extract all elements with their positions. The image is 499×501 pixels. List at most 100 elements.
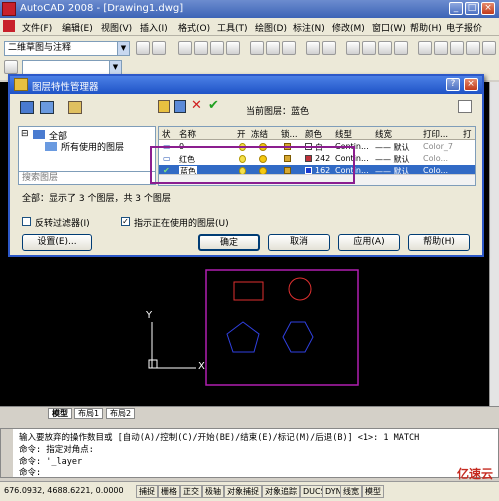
invert-filter-label[interactable]: 反转过滤器(I): [35, 216, 90, 229]
menu-bar: 文件(F) 编辑(E) 视图(V) 插入(I) 格式(O) 工具(T) 绘图(D…: [0, 18, 499, 36]
settings-button[interactable]: 设置(E)...: [22, 234, 92, 251]
redo-icon[interactable]: [322, 41, 336, 55]
menu-dimension[interactable]: 标注(N): [293, 21, 325, 34]
col-linetype[interactable]: 线型: [335, 128, 352, 140]
blue-pentagon[interactable]: [226, 321, 260, 353]
col-freeze[interactable]: 冻结: [251, 128, 268, 140]
zoom-window-icon[interactable]: [378, 41, 392, 55]
help-icon[interactable]: ?: [446, 78, 460, 91]
toolbar-icon[interactable]: [152, 41, 166, 55]
tab-model[interactable]: 模型: [48, 408, 72, 419]
maximize-icon[interactable]: □: [465, 2, 479, 15]
menu-help[interactable]: 帮助(H): [410, 21, 442, 34]
help-button[interactable]: 帮助(H): [408, 234, 470, 251]
used-layers-icon: [45, 142, 57, 151]
red-rectangle[interactable]: [233, 281, 264, 301]
tab-layout2[interactable]: 布局2: [106, 408, 136, 419]
col-on[interactable]: 开: [237, 128, 246, 140]
delete-layer-icon[interactable]: ✕: [191, 98, 202, 113]
minimize-icon[interactable]: _: [449, 2, 463, 15]
workspace-select[interactable]: 二维草图与注释 ▼: [4, 41, 130, 56]
tree-expand-icon[interactable]: ⊟: [21, 129, 29, 139]
menu-draw[interactable]: 绘图(D): [255, 21, 287, 34]
vertical-scrollbar[interactable]: [489, 82, 499, 406]
close-icon[interactable]: ×: [464, 78, 478, 91]
undo-icon[interactable]: [306, 41, 320, 55]
polar-toggle[interactable]: 极轴: [202, 485, 224, 498]
help-icon[interactable]: [482, 41, 496, 55]
col-lineweight[interactable]: 线宽: [375, 128, 392, 140]
col-color[interactable]: 颜色: [305, 128, 322, 140]
copy-icon[interactable]: [266, 41, 280, 55]
current-layer-label: 当前图层：蓝色: [246, 107, 310, 117]
col-plot[interactable]: 打: [463, 128, 472, 140]
design-center-icon[interactable]: [434, 41, 448, 55]
ortho-toggle[interactable]: 正交: [180, 485, 202, 498]
col-plot-style[interactable]: 打印...: [423, 128, 448, 140]
menu-edit[interactable]: 编辑(E): [62, 21, 93, 34]
col-status[interactable]: 状: [162, 128, 171, 140]
tree-item-used[interactable]: 所有使用的图层: [61, 140, 124, 153]
invert-filter-checkbox[interactable]: [22, 217, 31, 226]
menu-quote[interactable]: 电子报价: [446, 21, 482, 34]
open-file-icon[interactable]: [194, 41, 208, 55]
snap-toggle[interactable]: 捕捉: [136, 485, 158, 498]
menu-file[interactable]: 文件(F): [22, 21, 52, 34]
new-layer-vp-frozen-icon[interactable]: [174, 100, 186, 113]
set-current-icon[interactable]: ✔: [208, 98, 219, 113]
ok-button[interactable]: 确定: [198, 234, 260, 251]
zoom-out-icon[interactable]: [466, 41, 480, 55]
cancel-button[interactable]: 取消: [268, 234, 330, 251]
otrack-toggle[interactable]: 对象追踪: [262, 485, 300, 498]
layer-states-icon[interactable]: [68, 101, 82, 114]
command-window-handle[interactable]: [1, 429, 13, 477]
pan-icon[interactable]: [346, 41, 360, 55]
layer-lineweight[interactable]: —— 默认: [375, 142, 410, 153]
osnap-toggle[interactable]: 对象捕捉: [224, 485, 262, 498]
status-bar: 676.0932, 4688.6221, 0.0000 捕捉 栅格 正交 极轴 …: [0, 481, 499, 501]
layer-select[interactable]: ▼: [22, 60, 122, 75]
properties-icon[interactable]: [418, 41, 432, 55]
indicate-used-checkbox[interactable]: ✓: [121, 217, 130, 226]
menu-tools[interactable]: 工具(T): [217, 21, 248, 34]
refresh-icon[interactable]: [458, 100, 472, 113]
tab-layout1[interactable]: 布局1: [74, 408, 104, 419]
highlight-frame: [205, 269, 359, 386]
workspace-settings-icon[interactable]: [136, 41, 150, 55]
layer-lineweight[interactable]: —— 默认: [375, 154, 410, 165]
grid-toggle[interactable]: 栅格: [158, 485, 180, 498]
autocad-logo-icon: [2, 2, 16, 16]
blue-hexagon[interactable]: [282, 321, 314, 353]
new-layer-icon[interactable]: [158, 100, 170, 113]
col-lock[interactable]: 锁...: [281, 128, 298, 140]
menu-window[interactable]: 窗口(W): [372, 21, 406, 34]
lineweight-toggle[interactable]: 线宽: [340, 485, 362, 498]
print-icon[interactable]: [226, 41, 240, 55]
zoom-in-icon[interactable]: [450, 41, 464, 55]
layer-search-input[interactable]: 搜索图层: [18, 171, 156, 185]
command-prompt[interactable]: 命令:: [19, 466, 41, 478]
zoom-realtime-icon[interactable]: [362, 41, 376, 55]
cut-icon[interactable]: [250, 41, 264, 55]
save-icon[interactable]: [210, 41, 224, 55]
layer-plot-style: Colo...: [423, 154, 449, 163]
all-layers-icon: [33, 130, 45, 139]
zoom-previous-icon[interactable]: [394, 41, 408, 55]
layer-manager-icon[interactable]: [4, 60, 18, 74]
close-icon[interactable]: ×: [481, 2, 495, 15]
workspace-value: 二维草图与注释: [8, 43, 72, 53]
paste-icon[interactable]: [282, 41, 296, 55]
menu-modify[interactable]: 修改(M): [332, 21, 365, 34]
indicate-used-label[interactable]: 指示正在使用的图层(U): [134, 216, 229, 229]
menu-insert[interactable]: 插入(I): [140, 21, 168, 34]
col-name[interactable]: 名称: [179, 128, 196, 140]
model-toggle[interactable]: 模型: [362, 485, 384, 498]
command-window[interactable]: 输入要放弃的操作数目或 [自动(A)/控制(C)/开始(BE)/结束(E)/标记…: [0, 428, 499, 478]
red-circle[interactable]: [288, 277, 312, 301]
menu-view[interactable]: 视图(V): [101, 21, 132, 34]
menu-format[interactable]: 格式(O): [178, 21, 210, 34]
new-property-filter-icon[interactable]: [20, 101, 34, 114]
new-group-filter-icon[interactable]: [40, 101, 54, 114]
new-file-icon[interactable]: [178, 41, 192, 55]
apply-button[interactable]: 应用(A): [338, 234, 400, 251]
